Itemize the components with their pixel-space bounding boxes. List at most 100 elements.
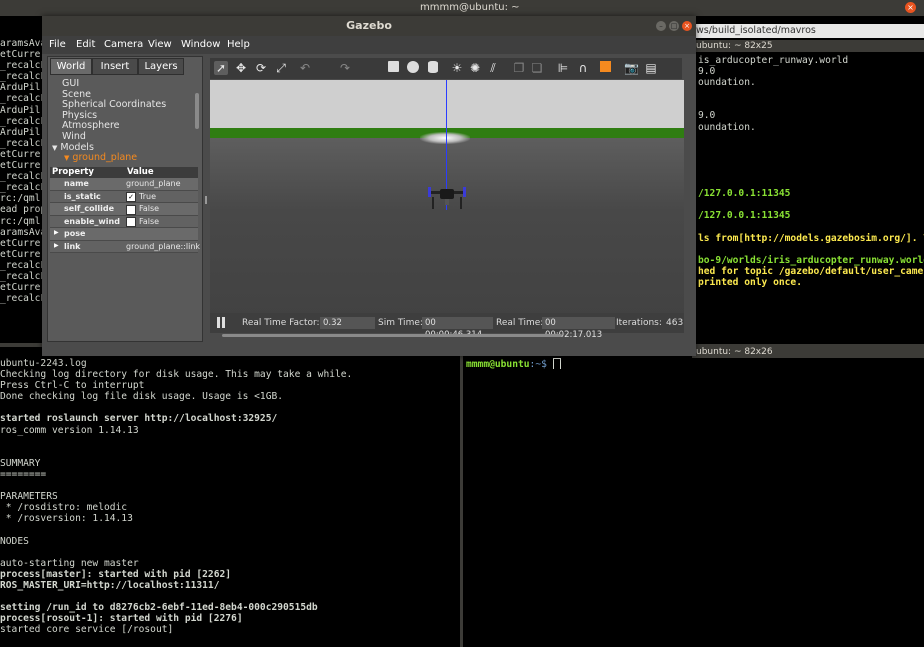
- property-row[interactable]: self_collide False: [50, 203, 198, 216]
- left-terminal-lines: aramsAva etCurre _recalcF _recalcF ArduPil _r…: [0, 38, 44, 304]
- menu-window[interactable]: Window: [181, 39, 220, 50]
- panel-splitter[interactable]: [205, 196, 207, 204]
- checkbox[interactable]: ✓: [126, 192, 136, 202]
- terminal-line: * /rosversion: 1.14.13: [0, 513, 133, 525]
- checkbox[interactable]: [126, 204, 136, 215]
- expand-arrow-icon[interactable]: ▶: [54, 242, 59, 249]
- close-icon[interactable]: ×: [905, 2, 916, 13]
- right-terminal-top-window[interactable]: ws/build_isolated/mavros ubuntu: ~ 82x25…: [692, 16, 924, 344]
- terminal-line: SUMMARY: [0, 457, 41, 469]
- terminal-line: is_arducopter_runway.world: [698, 55, 849, 66]
- terminal-line: aramsAva: [0, 38, 44, 49]
- sphere-shape-icon[interactable]: [406, 61, 420, 75]
- tree-scrollbar[interactable]: [195, 93, 199, 129]
- scale-icon[interactable]: ⤢: [274, 61, 288, 75]
- menu-file[interactable]: File: [49, 39, 66, 50]
- terminal-line: ls from[http://models.gazebosim.org/]. T…: [698, 232, 924, 244]
- property-name: enable_wind: [64, 216, 120, 226]
- menu-edit[interactable]: Edit: [76, 39, 95, 50]
- header-property: Property: [52, 167, 94, 177]
- terminal-line: rc:/qml: [0, 193, 41, 205]
- terminal-line: setting /run_id to d8276cb2-6ebf-11ed-8e…: [0, 602, 318, 614]
- property-table: Property Value name ground_plane is_static…: [50, 167, 200, 253]
- scene-viewport[interactable]: [210, 80, 684, 321]
- terminal-tab[interactable]: ws/build_isolated/mavros: [692, 24, 924, 38]
- property-row[interactable]: is_static ✓ True: [50, 190, 198, 203]
- sim-time-value: 00 00:00:46.314: [422, 317, 493, 340]
- iterations-value: 463: [666, 318, 684, 328]
- undo-icon[interactable]: ↶: [298, 61, 312, 75]
- spot-light-icon[interactable]: ✺: [468, 61, 482, 75]
- redo-icon[interactable]: ↷: [338, 61, 352, 75]
- property-row[interactable]: enable_wind False: [50, 215, 198, 228]
- translate-icon[interactable]: ✥: [234, 61, 248, 75]
- tab-layers[interactable]: Layers: [138, 58, 184, 75]
- gazebo-toolbar: ➚ ✥ ⟳ ⤢ ↶ ↷ ☀ ✺ ⫽ ❐ ❏ ⊫ ∩ 📷 ▤: [210, 58, 682, 79]
- right-terminal-bottom-window[interactable]: ubuntu: ~ 82x26 mmmm@ubuntu:~$: [462, 347, 924, 647]
- roscore-terminal[interactable]: ubuntu-2243.log Checking log directory fo…: [0, 347, 460, 647]
- runway-glare: [420, 132, 470, 144]
- tree-item-ground-plane[interactable]: ▼ ground_plane: [48, 152, 194, 164]
- property-name: is_static: [64, 191, 101, 201]
- status-scrollbar[interactable]: [222, 334, 562, 337]
- select-mode-icon[interactable]: ➚: [214, 61, 228, 75]
- terminal-line: _recalcF: [0, 115, 44, 127]
- sky: [210, 80, 684, 128]
- terminal-line: _recalcF: [0, 93, 44, 105]
- screenshot-icon[interactable]: 📷: [624, 61, 639, 75]
- left-terminal-top[interactable]: aramsAva etCurre _recalcF _recalcF ArduPil _r…: [0, 16, 44, 344]
- property-rows: name ground_plane is_static ✓ True self_colli…: [50, 178, 200, 253]
- terminal-prompt[interactable]: mmmm@ubuntu:~$: [466, 358, 766, 370]
- terminal-line: /127.0.0.1:11345: [698, 210, 791, 222]
- rotate-icon[interactable]: ⟳: [254, 61, 268, 75]
- terminal-line: oundation.: [698, 121, 756, 133]
- property-value[interactable]: ground_plane: [126, 179, 181, 188]
- snap-icon[interactable]: ∩: [576, 61, 590, 75]
- cylinder-shape-icon[interactable]: [426, 61, 440, 75]
- property-row[interactable]: pose ▶: [50, 228, 198, 241]
- maximize-icon[interactable]: □: [669, 21, 679, 31]
- property-name: self_collide: [64, 204, 115, 213]
- box-shape-icon[interactable]: [386, 61, 400, 75]
- pause-icon[interactable]: [216, 317, 226, 329]
- property-value: True: [139, 191, 156, 201]
- property-header: Property Value: [50, 167, 198, 178]
- tree-item-gui[interactable]: GUI: [48, 78, 194, 90]
- point-light-icon[interactable]: ☀: [450, 61, 464, 75]
- property-row[interactable]: name ground_plane: [50, 178, 198, 191]
- directional-light-icon[interactable]: ⫽: [486, 61, 500, 75]
- menu-view[interactable]: View: [148, 39, 172, 50]
- log-icon[interactable]: ▤: [644, 61, 658, 75]
- property-value[interactable]: ground_plane::link: [126, 242, 200, 251]
- sim-time-label: Sim Time:: [378, 318, 423, 328]
- terminal-line: 9.0: [698, 110, 716, 122]
- top-panel: mmmm@ubuntu: ~ ×: [0, 0, 924, 16]
- terminal-line: ubuntu-2243.log: [0, 358, 87, 369]
- terminal-line: started core service [/rosout]: [0, 624, 174, 636]
- terminal-line: rc:/qml: [0, 215, 41, 227]
- tab-world[interactable]: World: [50, 58, 92, 75]
- close-window-icon[interactable]: ×: [682, 21, 692, 31]
- terminal-line: etCurre: [0, 160, 41, 172]
- menu-help[interactable]: Help: [227, 39, 250, 50]
- header-value: Value: [127, 167, 154, 177]
- expand-arrow-icon[interactable]: ▶: [54, 229, 59, 236]
- tab-insert[interactable]: Insert: [92, 58, 138, 75]
- copy-icon[interactable]: ❐: [512, 61, 526, 75]
- terminal-line: _recalcF: [0, 270, 44, 282]
- property-name: pose: [64, 229, 86, 238]
- terminal-divider[interactable]: [460, 347, 463, 647]
- view-angle-icon[interactable]: [598, 61, 612, 75]
- checkbox[interactable]: [126, 217, 136, 227]
- gazebo-window[interactable]: Gazebo – □ × File Edit Camera View Windo…: [42, 16, 696, 356]
- menu-camera[interactable]: Camera: [104, 39, 143, 50]
- property-row[interactable]: link ▶ ground_plane::link: [50, 240, 200, 253]
- minimize-icon[interactable]: –: [656, 21, 666, 31]
- terminal-line: Done checking log file disk usage. Usage…: [0, 391, 284, 403]
- paste-icon[interactable]: ❏: [530, 61, 544, 75]
- status-bar: Real Time Factor: 0.32 Sim Time: 00 00:0…: [210, 313, 684, 340]
- align-icon[interactable]: ⊫: [556, 61, 570, 75]
